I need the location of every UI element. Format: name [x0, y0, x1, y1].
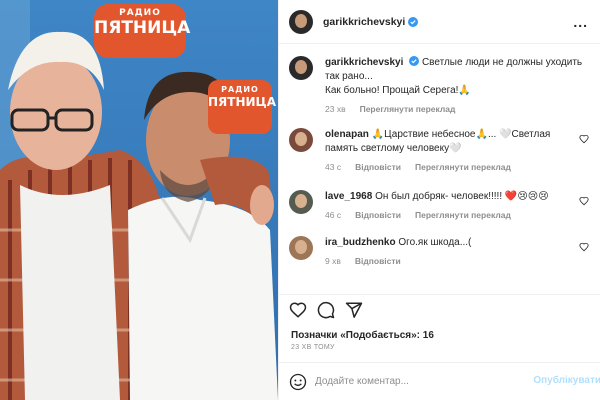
- caption-time[interactable]: 23 хв: [325, 102, 346, 116]
- like-heart-icon[interactable]: [289, 301, 307, 319]
- photo-scene: [0, 0, 278, 400]
- comment-item: lave_1968 Он был добряк- человек!!!!! ❤️…: [289, 190, 589, 222]
- post-side-panel: garikkrichevskyi ... garikkrichevskyi Св…: [278, 0, 600, 400]
- author-avatar[interactable]: [289, 56, 313, 80]
- sign-small-text: РАДИО: [221, 85, 259, 94]
- like-comment-heart-icon[interactable]: [579, 134, 589, 144]
- comments-list: garikkrichevskyi Светлые люди не должны …: [279, 44, 600, 294]
- like-comment-heart-icon[interactable]: [579, 242, 589, 252]
- caption: garikkrichevskyi Светлые люди не должны …: [289, 56, 589, 116]
- commenter-username[interactable]: olenapan: [325, 129, 369, 140]
- like-comment-heart-icon[interactable]: [579, 196, 589, 206]
- radio-sign-side: РАДИО ПЯТНИЦА: [208, 80, 276, 134]
- author-username[interactable]: garikkrichevskyi: [323, 16, 405, 28]
- reply-link[interactable]: Відповісти: [355, 254, 401, 268]
- instagram-post: РАДИО ПЯТНИЦА РАДИО ПЯТНИЦА garikkrichev…: [0, 0, 600, 400]
- verified-badge-icon: [409, 56, 420, 66]
- see-translation-link[interactable]: Переглянути переклад: [415, 208, 511, 222]
- publish-button[interactable]: Опублікувати: [533, 375, 600, 386]
- commenter-username[interactable]: lave_1968: [325, 191, 372, 202]
- comment-text: Ого.як шкода...(: [398, 237, 472, 248]
- comment-item: ira_budzhenko Ого.як шкода...( 9 хв Відп…: [289, 236, 589, 268]
- verified-badge-icon: [408, 16, 419, 27]
- author-avatar[interactable]: [289, 9, 313, 34]
- commenter-username[interactable]: ira_budzhenko: [325, 237, 396, 248]
- sign-big-text: ПЯТНИЦА: [208, 95, 276, 109]
- more-options-icon[interactable]: ...: [573, 14, 588, 30]
- comment-item: olenapan 🙏Царствие небесное🙏... 🤍Светлая…: [289, 128, 589, 174]
- add-comment-input[interactable]: [315, 376, 545, 387]
- comment-time[interactable]: 43 с: [325, 160, 341, 174]
- add-comment-bar: Опублікувати: [279, 362, 600, 400]
- comment-time[interactable]: 9 хв: [325, 254, 341, 268]
- post-photo[interactable]: РАДИО ПЯТНИЦА РАДИО ПЯТНИЦА: [0, 0, 278, 400]
- sign-big-text: ПЯТНИЦА: [94, 18, 191, 38]
- post-actions-bar: [279, 294, 600, 324]
- post-header: garikkrichevskyi ...: [279, 0, 600, 44]
- likes-count[interactable]: Позначки «Подобається»: 16: [291, 330, 434, 341]
- commenter-avatar[interactable]: [289, 128, 313, 152]
- emoji-smiley-icon[interactable]: [289, 373, 307, 391]
- caption-text-line2: Как больно! Прощай Серега!🙏: [325, 85, 471, 96]
- sign-small-text: РАДИО: [119, 8, 161, 18]
- commenter-avatar[interactable]: [289, 190, 313, 214]
- see-translation-link[interactable]: Переглянути переклад: [360, 102, 456, 116]
- post-timestamp[interactable]: 23 ХВ ТОМУ: [291, 344, 335, 351]
- comment-text: Он был добряк- человек!!!!! ❤️😢😢😢: [375, 191, 549, 202]
- see-translation-link[interactable]: Переглянути переклад: [415, 160, 511, 174]
- share-paper-plane-icon[interactable]: [345, 301, 363, 319]
- radio-sign-main: РАДИО ПЯТНИЦА: [94, 4, 190, 58]
- comment-bubble-icon[interactable]: [317, 301, 335, 319]
- caption-username[interactable]: garikkrichevskyi: [325, 57, 403, 68]
- comment-time[interactable]: 46 с: [325, 208, 341, 222]
- commenter-avatar[interactable]: [289, 236, 313, 260]
- reply-link[interactable]: Відповісти: [355, 160, 401, 174]
- reply-link[interactable]: Відповісти: [355, 208, 401, 222]
